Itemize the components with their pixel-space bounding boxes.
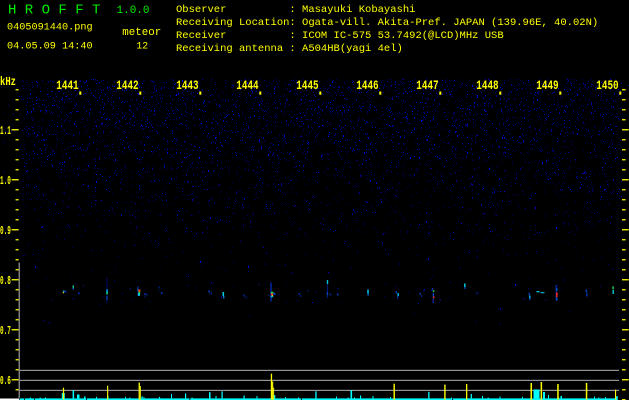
svg-text:Receiving Location: Ogata-vill: Receiving Location: Ogata-vill. Akita-Pr… [176, 17, 598, 29]
svg-text:1.0: 1.0 [0, 174, 11, 188]
svg-text:1447: 1447 [416, 78, 438, 93]
svg-text:Observer : Masayuki K: Observer : Masayuki Kobayashi [176, 4, 415, 16]
svg-text:1446: 1446 [356, 78, 378, 93]
svg-text:04.05.09 14:40: 04.05.09 14:40 [7, 41, 93, 52]
svg-text:Receiver : ICOM IC-57: Receiver : ICOM IC-575 53.7492(@LCD)MHz … [176, 30, 504, 42]
svg-text:1449: 1449 [536, 78, 558, 93]
svg-text:0.8: 0.8 [0, 274, 11, 288]
svg-text:1.0.0: 1.0.0 [117, 5, 150, 17]
svg-text:1448: 1448 [476, 78, 498, 93]
svg-text:meteor: meteor [122, 27, 161, 39]
svg-text:kHz: kHz [0, 75, 16, 89]
svg-text:12: 12 [136, 41, 148, 52]
svg-text:Receiving antenna : A504HB(yag: Receiving antenna : A504HB(yagi 4el) [176, 43, 403, 55]
svg-text:0.7: 0.7 [0, 324, 11, 338]
svg-text:1443: 1443 [176, 78, 199, 93]
svg-text:0405091440.png: 0405091440.png [7, 23, 93, 34]
svg-text:1445: 1445 [296, 78, 319, 93]
svg-text:1450: 1450 [596, 78, 618, 93]
svg-text:0.6: 0.6 [0, 374, 11, 388]
svg-text:1444: 1444 [236, 78, 259, 93]
svg-text:1.1: 1.1 [0, 124, 11, 138]
svg-text:1442: 1442 [116, 78, 138, 93]
svg-text:H R O F F T: H R O F F T [8, 3, 100, 19]
svg-text:0.9: 0.9 [0, 224, 11, 238]
svg-text:1441: 1441 [56, 78, 79, 93]
